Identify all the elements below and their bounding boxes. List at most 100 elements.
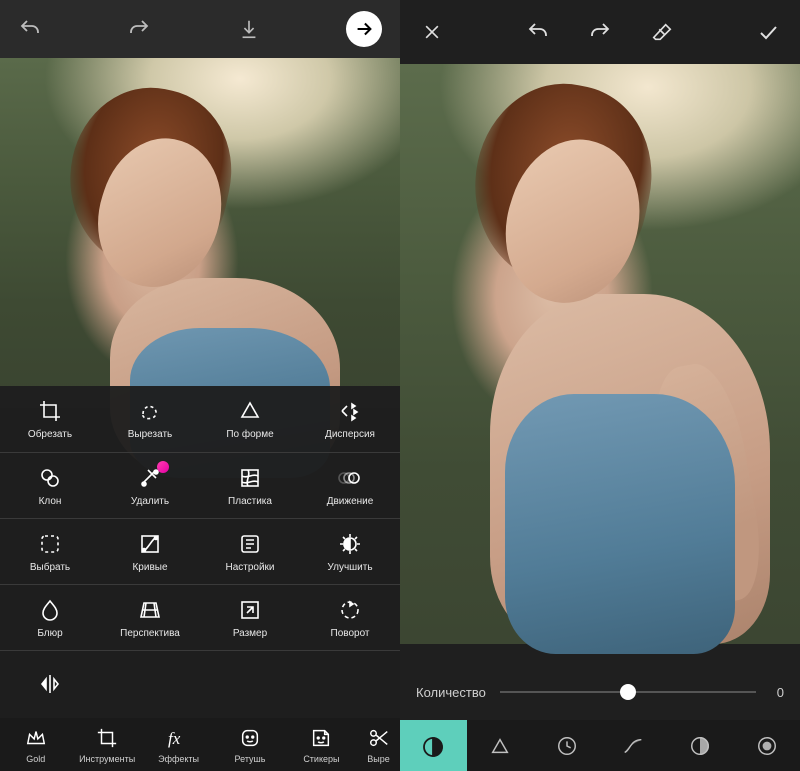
tool-label: Размер <box>233 628 267 639</box>
resize-icon <box>237 597 263 623</box>
tool-label: Блюр <box>37 628 62 639</box>
tool-clone[interactable]: Клон <box>0 453 100 518</box>
tool-curves[interactable]: Кривые <box>100 519 200 584</box>
photo-canvas-right[interactable] <box>400 64 800 644</box>
slider-bar: Количество 0 <box>400 664 800 720</box>
face-icon <box>237 725 263 751</box>
clone-icon <box>37 465 63 491</box>
forward-button[interactable] <box>346 11 382 47</box>
crown-icon <box>23 725 49 751</box>
rotate-icon <box>337 597 363 623</box>
ribbon-gold[interactable]: Gold <box>0 718 71 771</box>
tool-rotate[interactable]: Поворот <box>300 585 400 650</box>
ribbon-beautify[interactable]: Ретушь <box>214 718 285 771</box>
warp-icon <box>237 465 263 491</box>
svg-text:fx: fx <box>168 729 181 748</box>
flip-icon <box>37 671 63 697</box>
curves-alt-icon <box>621 734 645 758</box>
right-screen: Количество 0 <box>400 0 800 771</box>
tool-label: Обрезать <box>28 429 72 440</box>
tool-shape-crop[interactable]: По форме <box>200 386 300 452</box>
fx-contrast[interactable] <box>400 720 467 771</box>
tool-label: По форме <box>226 429 273 440</box>
fx-shadows[interactable] <box>667 720 734 771</box>
undo-icon[interactable] <box>526 20 550 44</box>
blur-icon <box>37 597 63 623</box>
tool-cutout[interactable]: Вырезать <box>100 386 200 452</box>
ribbon-label: Стикеры <box>303 754 339 764</box>
enhance-icon <box>337 531 363 557</box>
adjust-icon <box>237 531 263 557</box>
tool-label: Поворот <box>331 628 370 639</box>
right-topbar <box>400 0 800 64</box>
ribbon-label: Ретушь <box>235 754 266 764</box>
photo-canvas-left[interactable] <box>0 58 400 408</box>
slider-value: 0 <box>770 685 784 700</box>
left-screen: Обрезать Вырезать По форме Дисперсия Кло… <box>0 0 400 771</box>
tool-label: Улучшить <box>327 562 372 573</box>
ribbon-label: Инструменты <box>79 754 135 764</box>
tool-dispersion[interactable]: Дисперсия <box>300 386 400 452</box>
tool-label: Вырезать <box>128 429 172 440</box>
bottom-ribbon-left: Gold Инструменты fx Эффекты Ретушь Стике… <box>0 718 400 771</box>
fx-icon: fx <box>166 725 192 751</box>
tool-warp[interactable]: Пластика <box>200 453 300 518</box>
download-icon[interactable] <box>237 17 261 41</box>
slider-thumb[interactable] <box>620 684 636 700</box>
ribbon-effects[interactable]: fx Эффекты <box>143 718 214 771</box>
tools-nav-icon <box>94 725 120 751</box>
circle-glow-icon <box>755 734 779 758</box>
fx-triangle[interactable] <box>467 720 534 771</box>
tool-perspective[interactable]: Перспектива <box>100 585 200 650</box>
ribbon-stickers[interactable]: Стикеры <box>286 718 357 771</box>
contrast-icon <box>421 735 445 759</box>
selection-icon <box>37 531 63 557</box>
tool-label: Выбрать <box>30 562 70 573</box>
tool-label: Клон <box>39 496 62 507</box>
tool-label: Дисперсия <box>325 429 375 440</box>
ribbon-cutout-nav[interactable]: Выре <box>357 718 400 771</box>
sticker-icon <box>308 725 334 751</box>
perspective-icon <box>137 597 163 623</box>
ribbon-tools[interactable]: Инструменты <box>71 718 142 771</box>
close-icon[interactable] <box>420 20 444 44</box>
redo-icon[interactable] <box>127 17 151 41</box>
tool-label: Пластика <box>228 496 272 507</box>
tool-resize[interactable]: Размер <box>200 585 300 650</box>
ribbon-label: Эффекты <box>158 754 199 764</box>
scissors-icon <box>366 725 392 751</box>
triangle-icon <box>488 734 512 758</box>
tool-crop[interactable]: Обрезать <box>0 386 100 452</box>
clock-icon <box>555 734 579 758</box>
tool-selection[interactable]: Выбрать <box>0 519 100 584</box>
remove-icon <box>137 465 163 491</box>
tool-remove[interactable]: Удалить <box>100 453 200 518</box>
tool-label: Удалить <box>131 496 169 507</box>
tool-blur[interactable]: Блюр <box>0 585 100 650</box>
crop-icon <box>37 398 63 424</box>
tool-flip[interactable] <box>0 651 100 716</box>
dispersion-icon <box>337 398 363 424</box>
curves-icon <box>137 531 163 557</box>
amount-slider[interactable] <box>500 691 756 693</box>
redo-icon[interactable] <box>588 20 612 44</box>
ribbon-label: Gold <box>26 754 45 764</box>
eraser-icon[interactable] <box>650 20 674 44</box>
effects-ribbon <box>400 720 800 771</box>
fx-curves[interactable] <box>600 720 667 771</box>
fx-vignette[interactable] <box>733 720 800 771</box>
tool-label: Кривые <box>132 562 167 573</box>
ribbon-label: Выре <box>367 754 389 764</box>
undo-icon[interactable] <box>18 17 42 41</box>
tool-adjust[interactable]: Настройки <box>200 519 300 584</box>
shape-icon <box>237 398 263 424</box>
tool-enhance[interactable]: Улучшить <box>300 519 400 584</box>
tool-label: Перспектива <box>120 628 180 639</box>
tool-motion[interactable]: Движение <box>300 453 400 518</box>
tool-label: Настройки <box>225 562 274 573</box>
tools-panel: Обрезать Вырезать По форме Дисперсия Кло… <box>0 386 400 718</box>
apply-icon[interactable] <box>756 20 780 44</box>
lasso-icon <box>137 398 163 424</box>
left-topbar <box>0 0 400 58</box>
fx-clock[interactable] <box>533 720 600 771</box>
